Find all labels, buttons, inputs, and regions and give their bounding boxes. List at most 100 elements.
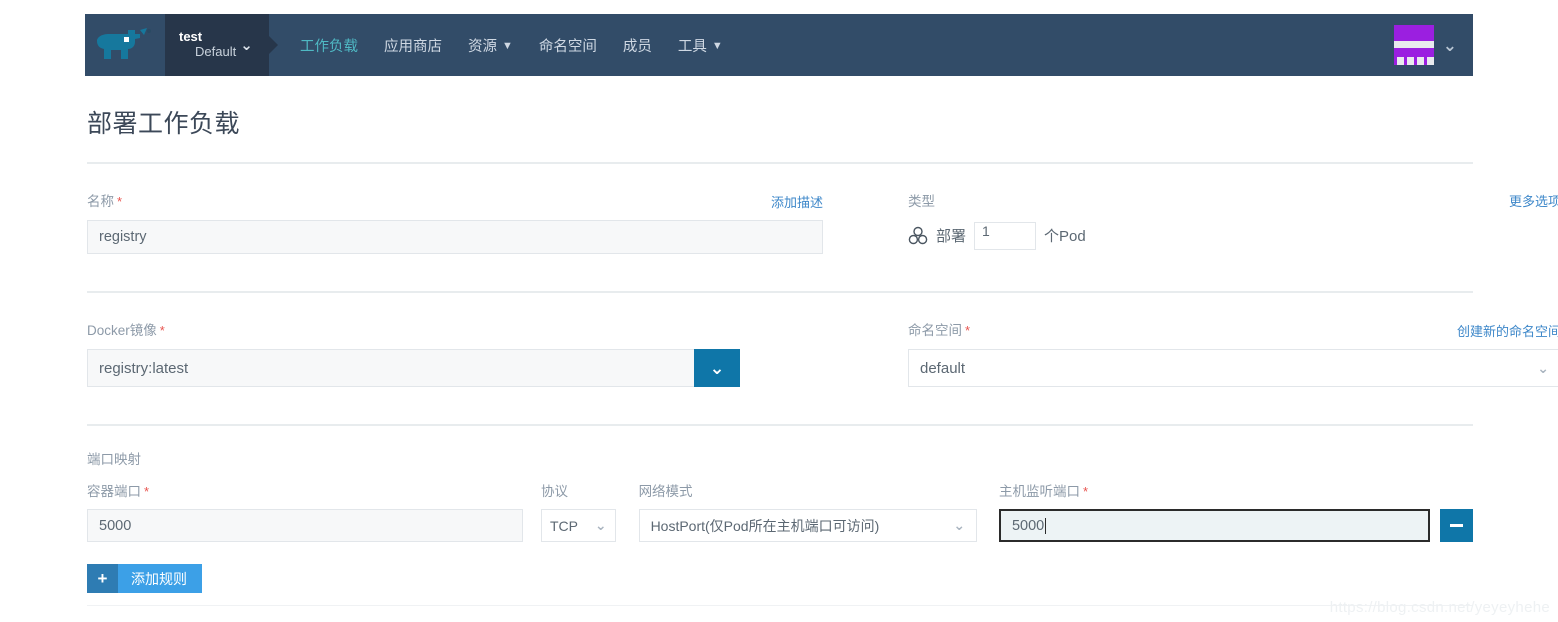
user-menu[interactable]: ⌄ xyxy=(1393,14,1473,76)
nav-item-namespaces[interactable]: 命名空间 xyxy=(526,35,610,56)
namespace-label-row: 命名空间 * 创建新的命名空间 xyxy=(908,319,1558,349)
nav-item-workloads-label: 工作负载 xyxy=(300,38,358,55)
bottom-divider xyxy=(87,605,1473,606)
pod-unit-label: 个Pod xyxy=(1044,228,1086,245)
host-port-input-value: 5000 xyxy=(1011,517,1045,534)
pod-count-input[interactable]: 1 xyxy=(974,221,1037,250)
host-port-input[interactable]: 5000 xyxy=(998,509,1431,542)
required-asterisk: * xyxy=(144,484,150,499)
nav-item-members-label: 成员 xyxy=(622,38,652,55)
docker-image-label: Docker镜像 xyxy=(87,323,157,338)
chevron-down-icon: ▼ xyxy=(711,40,723,52)
type-label-row: 类型 更多选项 xyxy=(908,190,1558,219)
add-rule-button[interactable]: + 添加规则 xyxy=(87,564,202,593)
nav-item-workloads[interactable]: 工作负载 xyxy=(287,35,371,56)
cluster-project-selector[interactable]: test Default ⌄ xyxy=(165,14,278,76)
network-mode-select-value: HostPort(仅Pod所在主机端口可访问) xyxy=(650,517,880,534)
avatar-square xyxy=(1406,57,1414,65)
image-label-wrap: Docker镜像 * xyxy=(87,319,165,340)
host-port-group: 主机监听端口 * 5000 xyxy=(998,480,1431,542)
watermark: https://blog.csdn.net/yeyeyhehe xyxy=(1329,599,1550,616)
name-field-group: 名称 * 添加描述 registry xyxy=(87,190,823,254)
avatar-square xyxy=(1416,57,1424,65)
docker-image-dropdown-button[interactable]: ⌄ xyxy=(694,349,740,387)
name-input[interactable]: registry xyxy=(87,220,823,254)
host-port-label: 主机监听端口 xyxy=(998,484,1080,499)
image-field-group: Docker镜像 * registry:latest ⌄ xyxy=(87,319,823,387)
nav-item-namespaces-label: 命名空间 xyxy=(538,38,597,55)
top-navigation-bar: test Default ⌄ 工作负载 应用商店 资源 ▼ 命名空间 成员 工具… xyxy=(85,14,1473,76)
avatar-square xyxy=(1426,57,1434,65)
chevron-down-icon: ⌄ xyxy=(594,517,607,533)
breadcrumb-notch xyxy=(269,36,278,54)
nav-item-members[interactable]: 成员 xyxy=(610,35,665,56)
required-asterisk: * xyxy=(965,323,971,338)
scale-deployment-icon xyxy=(908,226,928,244)
column-gap xyxy=(823,190,908,254)
nav-item-tools[interactable]: 工具 ▼ xyxy=(665,35,736,56)
container-port-group: 容器端口 * 5000 xyxy=(87,480,524,542)
form-row-image-namespace: Docker镜像 * registry:latest ⌄ 命名空间 * 创建新的命名… xyxy=(87,319,1558,387)
required-asterisk: * xyxy=(117,194,123,209)
brand-logo[interactable] xyxy=(85,14,165,76)
container-port-label-wrap: 容器端口 * xyxy=(87,480,523,509)
container-port-label: 容器端口 xyxy=(87,484,141,499)
avatar-square xyxy=(1396,57,1404,65)
text-cursor xyxy=(1045,517,1047,534)
port-mapping-section-label: 端口映射 xyxy=(87,452,141,467)
name-label: 名称 xyxy=(87,194,114,209)
chevron-down-icon: ⌄ xyxy=(1442,35,1457,55)
nav-item-app-store-label: 应用商店 xyxy=(384,38,442,55)
chevron-down-icon: ⌄ xyxy=(240,36,253,54)
page-content: 部署工作负载 名称 * 添加描述 registry 类型 更多选项 部署 1 个… xyxy=(87,76,1558,593)
nav-item-app-store[interactable]: 应用商店 xyxy=(371,35,455,56)
name-label-wrap: 名称 * xyxy=(87,190,122,211)
network-mode-group: 网络模式 HostPort(仅Pod所在主机端口可访问) ⌄ xyxy=(638,480,978,542)
project-name: Default xyxy=(195,44,237,59)
add-rule-label: 添加规则 xyxy=(118,564,202,593)
namespace-select[interactable]: default ⌄ xyxy=(908,349,1558,387)
protocol-label: 协议 xyxy=(540,484,568,499)
remove-port-rule-button[interactable] xyxy=(1440,509,1474,542)
cluster-selector-text: test Default xyxy=(179,29,237,60)
network-mode-select[interactable]: HostPort(仅Pod所在主机端口可访问) ⌄ xyxy=(638,509,978,542)
nav-item-resources[interactable]: 资源 ▼ xyxy=(455,35,526,56)
page-title: 部署工作负载 xyxy=(87,110,241,138)
chevron-down-icon: ⌄ xyxy=(709,358,725,378)
nav-item-tools-label: 工具 xyxy=(677,38,707,55)
cluster-name: test xyxy=(179,29,203,45)
avatar xyxy=(1393,25,1434,65)
namespace-label: 命名空间 xyxy=(908,323,962,338)
port-mapping-section: 端口映射 容器端口 * 5000 协议 TCP ⌄ 网络模式 HostPort(… xyxy=(87,448,1474,593)
chevron-down-icon: ▼ xyxy=(502,40,513,52)
required-asterisk: * xyxy=(159,323,165,338)
image-label-row: Docker镜像 * xyxy=(87,319,823,349)
rancher-rhino-logo-icon xyxy=(97,28,151,59)
namespace-select-value: default xyxy=(920,359,966,377)
main-nav: 工作负载 应用商店 资源 ▼ 命名空间 成员 工具 ▼ xyxy=(269,14,736,76)
deploy-label: 部署 xyxy=(936,228,967,245)
more-options-link[interactable]: 更多选项 xyxy=(1509,191,1558,210)
minus-icon xyxy=(1450,524,1464,527)
docker-image-control: registry:latest ⌄ xyxy=(87,349,740,387)
container-port-input[interactable]: 5000 xyxy=(87,509,524,542)
name-label-row: 名称 * 添加描述 xyxy=(87,190,823,220)
form-row-name-type: 名称 * 添加描述 registry 类型 更多选项 部署 1 个Pod xyxy=(87,190,1558,254)
chevron-down-icon: ⌄ xyxy=(1537,359,1549,376)
nav-item-resources-label: 资源 xyxy=(468,38,497,55)
create-namespace-link[interactable]: 创建新的命名空间 xyxy=(1457,321,1558,340)
chevron-down-icon: ⌄ xyxy=(953,517,966,533)
add-description-link[interactable]: 添加描述 xyxy=(771,192,823,211)
docker-image-input[interactable]: registry:latest xyxy=(87,349,694,387)
avatar-band xyxy=(1393,41,1434,48)
header-spacer xyxy=(736,14,1394,76)
protocol-select-value: TCP xyxy=(549,517,578,534)
network-mode-label: 网络模式 xyxy=(638,484,693,499)
type-field-group: 类型 更多选项 部署 1 个Pod xyxy=(908,190,1558,254)
protocol-select[interactable]: TCP ⌄ xyxy=(540,509,616,542)
namespace-field-group: 命名空间 * 创建新的命名空间 default ⌄ xyxy=(908,319,1558,387)
column-gap xyxy=(823,319,908,387)
